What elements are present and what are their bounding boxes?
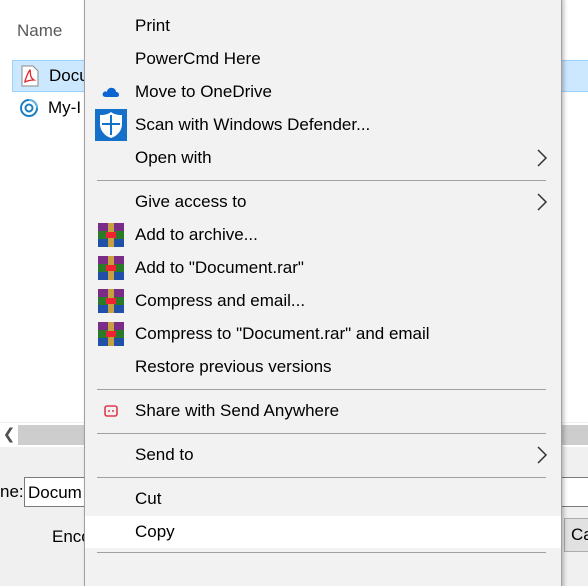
menu-item-label: Scan with Windows Defender... <box>135 115 371 134</box>
send-anywhere-icon <box>97 397 125 425</box>
menu-item-compress-rar-email[interactable]: Compress to "Document.rar" and email <box>85 318 561 350</box>
menu-separator <box>97 552 546 553</box>
menu-item-powercmd[interactable]: PowerCmd Here <box>85 43 561 75</box>
menu-item-restore[interactable]: Restore previous versions <box>85 351 561 383</box>
menu-item-label: PowerCmd Here <box>135 49 261 68</box>
menu-item-label: Open with <box>135 148 212 167</box>
app-target-icon <box>18 97 40 119</box>
selected-row-highlight <box>560 60 588 92</box>
chevron-right-icon <box>535 192 549 212</box>
scroll-left-icon[interactable]: ❮ <box>0 423 18 447</box>
menu-item-print[interactable]: Print <box>85 10 561 42</box>
file-name-label: ne: <box>0 482 24 501</box>
file-type-select[interactable] <box>560 477 588 507</box>
menu-item-give-access[interactable]: Give access to <box>85 186 561 218</box>
chevron-right-icon <box>535 445 549 465</box>
winrar-icon <box>97 320 125 348</box>
cancel-button[interactable]: Ca <box>564 518 588 552</box>
menu-item-cut[interactable]: Cut <box>85 483 561 515</box>
menu-separator <box>97 433 546 434</box>
menu-item-add-rar[interactable]: Add to "Document.rar" <box>85 252 561 284</box>
chevron-right-icon <box>535 148 549 168</box>
menu-item-label: Share with Send Anywhere <box>135 401 340 420</box>
menu-item-label: Compress to "Document.rar" and email <box>135 324 430 343</box>
file-row-my[interactable]: My-I <box>12 93 81 123</box>
onedrive-cloud-icon <box>97 78 125 106</box>
menu-item-compress-email[interactable]: Compress and email... <box>85 285 561 317</box>
menu-item-label: Print <box>135 16 170 35</box>
winrar-icon <box>97 287 125 315</box>
menu-item-add-archive[interactable]: Add to archive... <box>85 219 561 251</box>
menu-separator <box>97 477 546 478</box>
menu-item-label: Give access to <box>135 192 247 211</box>
menu-item-label: Compress and email... <box>135 291 306 310</box>
pdf-icon <box>19 65 41 87</box>
menu-separator <box>97 180 546 181</box>
file-name-document: Docu <box>49 66 89 85</box>
column-header-name[interactable]: Name <box>17 21 62 41</box>
menu-item-onedrive[interactable]: Move to OneDrive <box>85 76 561 108</box>
menu-item-label: Restore previous versions <box>135 357 332 376</box>
menu-item-label: Move to OneDrive <box>135 82 272 101</box>
windows-defender-shield-icon <box>95 109 127 141</box>
winrar-icon <box>97 254 125 282</box>
menu-item-copy[interactable]: Copy <box>85 516 561 548</box>
menu-item-label: Cut <box>135 489 162 508</box>
winrar-icon <box>97 221 125 249</box>
menu-item-label: Add to archive... <box>135 225 258 244</box>
menu-item-send-anywhere[interactable]: Share with Send Anywhere <box>85 395 561 427</box>
menu-item-label: Copy <box>135 522 175 541</box>
menu-item-label: Add to "Document.rar" <box>135 258 304 277</box>
menu-item-open-with[interactable]: Open with <box>85 142 561 174</box>
menu-item-label: Send to <box>135 445 194 464</box>
menu-separator <box>97 389 546 390</box>
menu-item-send-to[interactable]: Send to <box>85 439 561 471</box>
file-name-my: My-I <box>48 98 82 117</box>
menu-item-defender[interactable]: Scan with Windows Defender... <box>85 109 561 141</box>
context-menu: Print PowerCmd Here Move to OneDrive Sca… <box>84 0 562 586</box>
